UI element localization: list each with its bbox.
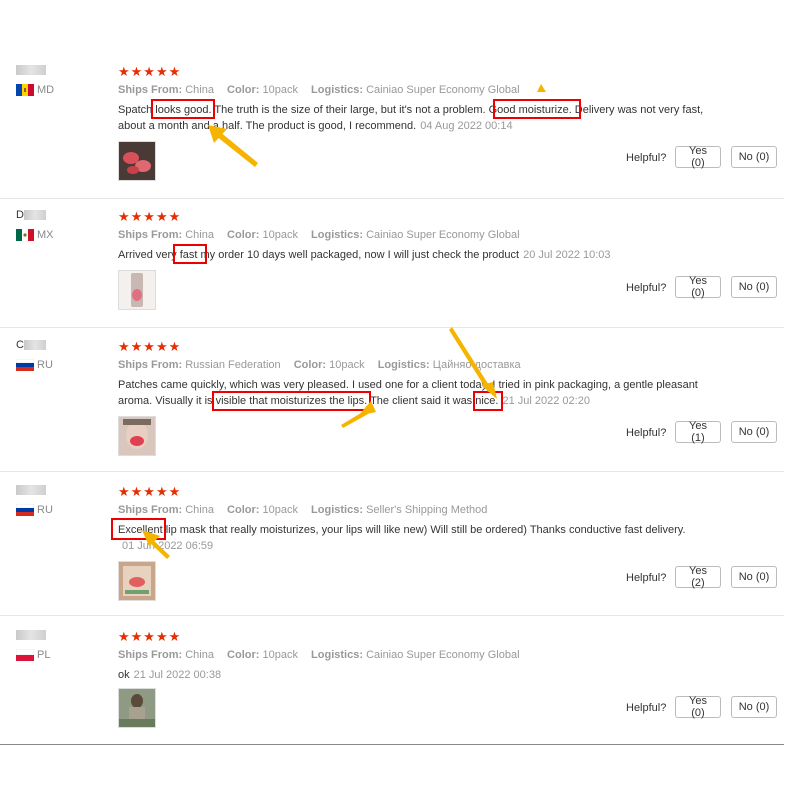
review-photo[interactable]	[118, 688, 156, 728]
reviewer-country: RU	[15, 503, 53, 516]
reviewer-country: RU	[15, 358, 53, 371]
star-rating: ★★★★★	[118, 339, 182, 354]
helpful-label: Helpful?	[626, 572, 667, 584]
reviewer-name: C	[16, 339, 53, 351]
helpful-no-button[interactable]: No (0)	[731, 566, 777, 588]
helpful-label: Helpful?	[626, 702, 667, 714]
review-item: D MX ★★★★★ Ships From: China Color: 10pa…	[0, 209, 784, 325]
highlight-box	[173, 244, 207, 264]
divider	[0, 744, 784, 745]
mexico-flag-icon	[16, 229, 34, 241]
russia-flag-icon	[15, 503, 35, 516]
helpful-yes-button[interactable]: Yes (2)	[675, 565, 721, 589]
divider	[0, 615, 784, 616]
review-text: ok 21 Jul 2022 00:38	[118, 669, 222, 681]
highlight-box	[151, 99, 215, 119]
review-photo[interactable]	[118, 561, 156, 601]
review-photo[interactable]	[118, 270, 156, 310]
highlight-box	[212, 391, 371, 411]
reviewer-country: MD	[16, 84, 54, 96]
review-item: RU ★★★★★ Ships From: China Color: 10pack…	[0, 485, 784, 610]
reviewer-country: PL	[15, 648, 50, 661]
review-meta: Ships From: China Color: 10pack Logistic…	[118, 84, 520, 96]
review-text: Patches came quickly, which was very ple…	[118, 379, 698, 407]
review-photo[interactable]	[118, 141, 156, 181]
divider	[0, 327, 784, 328]
helpful-no-button[interactable]: No (0)	[731, 146, 777, 168]
reviewer-info: PL	[15, 630, 50, 661]
helpful-label: Helpful?	[626, 282, 667, 294]
review-item: C RU ★★★★★ Ships From: Russian Federatio…	[0, 339, 784, 465]
reviewer-name	[16, 65, 54, 75]
divider	[0, 471, 784, 472]
review-date: 21 Jul 2022 00:38	[133, 669, 222, 681]
highlight-box	[473, 391, 503, 411]
helpful-no-button[interactable]: No (0)	[731, 421, 777, 443]
review-meta: Ships From: China Color: 10pack Logistic…	[118, 504, 488, 516]
helpful-yes-button[interactable]: Yes (0)	[675, 695, 721, 719]
review-photo[interactable]	[118, 416, 156, 456]
review-text: Excellent lip mask that really moisturiz…	[118, 524, 686, 552]
reviewer-info: RU	[15, 485, 53, 516]
review-meta: Ships From: Russian Federation Color: 10…	[118, 359, 521, 371]
reviewer-name	[16, 485, 53, 495]
poland-flag-icon	[15, 648, 35, 661]
helpful-label: Helpful?	[626, 427, 667, 439]
review-date: 20 Jul 2022 10:03	[523, 249, 611, 261]
reviewer-info: MD	[16, 65, 54, 96]
helpful-yes-button[interactable]: Yes (0)	[675, 145, 721, 169]
helpful-yes-button[interactable]: Yes (0)	[675, 275, 721, 299]
review-item: PL ★★★★★ Ships From: China Color: 10pack…	[0, 630, 784, 740]
reviewer-name: D	[16, 209, 54, 221]
helpful-no-button[interactable]: No (0)	[731, 696, 777, 718]
russia-flag-icon	[15, 358, 35, 371]
helpful-label: Helpful?	[626, 152, 667, 164]
reviewer-name	[16, 630, 50, 640]
star-rating: ★★★★★	[118, 629, 182, 644]
helpful-yes-button[interactable]: Yes (1)	[675, 420, 721, 444]
helpful-no-button[interactable]: No (0)	[731, 276, 777, 298]
review-date: 01 Jun 2022 06:59	[122, 539, 214, 552]
moldova-flag-icon	[16, 84, 34, 96]
divider	[0, 198, 784, 199]
highlight-box	[493, 99, 581, 119]
reviewer-country: MX	[16, 229, 54, 241]
review-date: 04 Aug 2022 00:14	[420, 119, 513, 132]
star-rating: ★★★★★	[118, 64, 182, 79]
star-rating: ★★★★★	[118, 484, 182, 499]
review-meta: Ships From: China Color: 10pack Logistic…	[118, 649, 520, 661]
review-date: 21 Jul 2022 02:20	[502, 394, 590, 407]
star-rating: ★★★★★	[118, 209, 182, 224]
review-item: MD ★★★★★ Ships From: China Color: 10pack…	[0, 65, 784, 195]
highlight-box	[111, 518, 166, 540]
reviewer-info: C RU	[15, 339, 53, 371]
review-meta: Ships From: China Color: 10pack Logistic…	[118, 229, 520, 241]
reviewer-info: D MX	[16, 209, 54, 241]
